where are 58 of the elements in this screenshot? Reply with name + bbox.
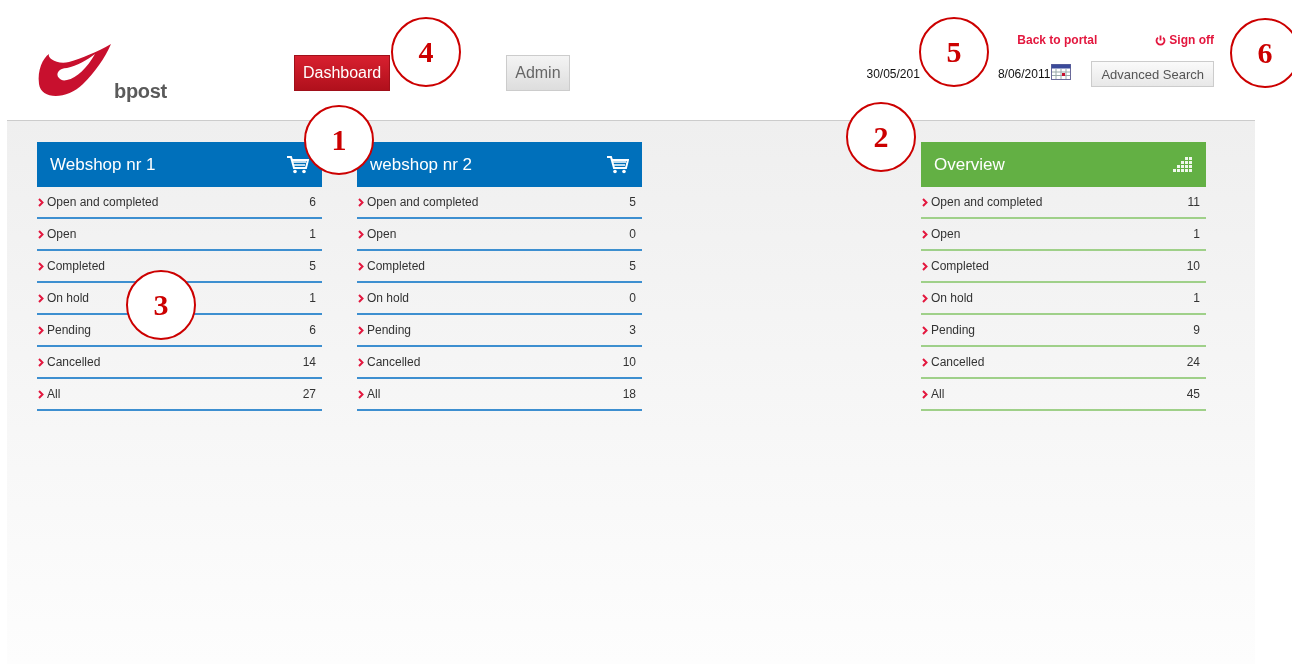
chevron-icon — [38, 389, 44, 399]
callout-number: 6 — [1230, 18, 1292, 88]
date-from: 30/05/201 — [866, 67, 920, 81]
portal-link[interactable]: Back to portal — [1017, 33, 1098, 47]
logo-text: bpost — [114, 81, 167, 101]
chevron-icon — [38, 325, 44, 335]
panel-title: Webshop nr 1 — [50, 154, 156, 175]
chevron-icon — [358, 261, 364, 271]
nav-tab[interactable]: Dashboard — [293, 55, 391, 91]
callout-number: 2 — [846, 102, 916, 172]
status-row[interactable]: Cancelled 14 — [37, 347, 322, 379]
sign-off-link[interactable]: Sign off — [1155, 33, 1214, 47]
status-row[interactable]: Cancelled 10 — [357, 347, 642, 379]
cart-icon — [287, 155, 309, 174]
chevron-icon — [38, 261, 44, 271]
chevron-icon — [358, 357, 364, 367]
status-row[interactable]: Cancelled 24 — [921, 347, 1206, 379]
grid-chart-icon — [1173, 156, 1193, 173]
status-row[interactable]: Pending 9 — [921, 315, 1206, 347]
chevron-icon — [922, 357, 928, 367]
status-row[interactable]: All 45 — [921, 379, 1206, 411]
chevron-icon — [922, 261, 928, 271]
chevron-icon — [38, 229, 44, 239]
status-row[interactable]: On hold 0 — [357, 283, 642, 315]
panel-title: Overview — [934, 154, 1005, 175]
chevron-icon — [922, 293, 928, 303]
status-row[interactable]: Completed 5 — [357, 251, 642, 283]
chevron-icon — [38, 357, 44, 367]
chevron-icon — [38, 293, 44, 303]
chevron-icon — [358, 197, 364, 207]
calendar-icon[interactable] — [1051, 64, 1072, 80]
status-row[interactable]: Open and completed 5 — [357, 187, 642, 219]
status-row[interactable]: All 18 — [357, 379, 642, 411]
status-row[interactable]: All 27 — [37, 379, 322, 411]
chevron-icon — [922, 325, 928, 335]
status-row[interactable]: Open 1 — [921, 219, 1206, 251]
callout-number: 4 — [391, 17, 461, 87]
callout-number: 5 — [919, 17, 989, 87]
advanced-search-button[interactable]: Advanced Search — [1091, 61, 1214, 87]
power-icon — [1155, 34, 1167, 46]
chevron-icon — [922, 197, 928, 207]
chevron-icon — [38, 197, 44, 207]
date-to: 8/06/2011 — [997, 67, 1051, 81]
chevron-icon — [358, 293, 364, 303]
status-row[interactable]: Completed 10 — [921, 251, 1206, 283]
chevron-icon — [922, 229, 928, 239]
status-row[interactable]: Open 1 — [37, 219, 322, 251]
chevron-icon — [922, 389, 928, 399]
chevron-icon — [358, 229, 364, 239]
chevron-icon — [358, 325, 364, 335]
status-row[interactable]: Open and completed 6 — [37, 187, 322, 219]
status-row[interactable]: Open and completed 11 — [921, 187, 1206, 219]
cart-icon — [607, 155, 629, 174]
status-row[interactable]: Open 0 — [357, 219, 642, 251]
status-row[interactable]: On hold 1 — [921, 283, 1206, 315]
status-row[interactable]: Pending 3 — [357, 315, 642, 347]
chevron-icon — [358, 389, 364, 399]
nav-tab[interactable]: Admin — [506, 55, 570, 91]
